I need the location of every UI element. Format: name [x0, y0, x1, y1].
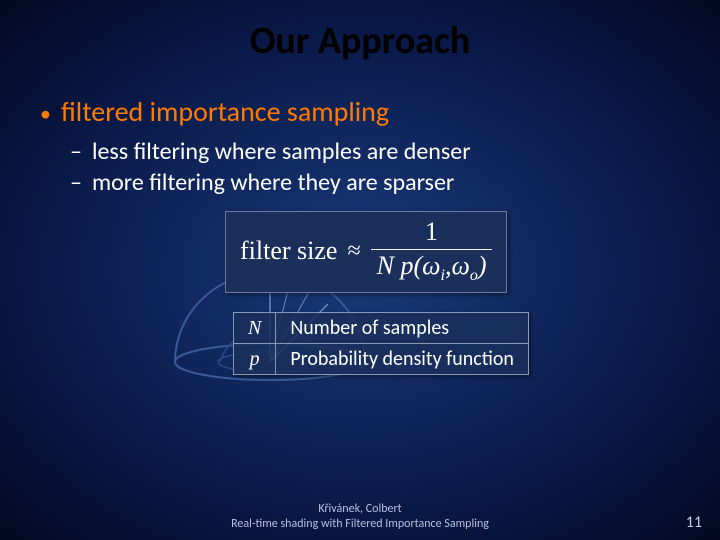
legend-symbol-N: N	[234, 313, 276, 344]
den-omega-o: ω	[451, 251, 469, 280]
den-sub-o: o	[470, 267, 478, 284]
page-number: 11	[686, 513, 702, 532]
approx-symbol: ≈	[347, 238, 360, 265]
sub-bullet-2: more filtering where they are sparser	[92, 168, 454, 197]
fraction-denominator: N p(ωi,ωo)	[371, 249, 493, 285]
table-row: p Probability density function	[234, 344, 529, 375]
den-N: N	[377, 251, 394, 280]
footer-title: Real-time shading with Filtered Importan…	[0, 517, 720, 532]
table-row: N Number of samples	[234, 313, 529, 344]
legend-table: N Number of samples p Probability densit…	[233, 312, 529, 375]
footer-authors: Křivánek, Colbert	[0, 502, 720, 517]
formula-area: filter size ≈ 1 N p(ωi,ωo) N Number of s…	[40, 207, 680, 387]
bullet-dash-icon: –	[70, 137, 82, 166]
slide-title: Our Approach	[0, 0, 720, 64]
den-omega-i: ω	[422, 251, 440, 280]
formula-box: filter size ≈ 1 N p(ωi,ωo)	[225, 211, 507, 293]
sub-bullet-1: less filtering where samples are denser	[92, 137, 471, 166]
content-area: • filtered importance sampling – less fi…	[0, 64, 720, 387]
bullet-dot-icon: •	[40, 103, 51, 125]
fraction-numerator: 1	[419, 218, 444, 249]
bullet-level2-b: – more filtering where they are sparser	[70, 168, 680, 197]
legend-desc-N: Number of samples	[276, 313, 529, 344]
footer: Křivánek, Colbert Real-time shading with…	[0, 502, 720, 532]
fraction: 1 N p(ωi,ωo)	[371, 218, 493, 284]
bullet-main-text: filtered importance sampling	[61, 94, 389, 129]
den-close: )	[478, 251, 487, 280]
bullet-level1: • filtered importance sampling	[40, 94, 680, 129]
den-open: (	[413, 251, 422, 280]
legend-symbol-p: p	[234, 344, 276, 375]
formula-lhs: filter size	[240, 236, 337, 266]
bullet-level2-a: – less filtering where samples are dense…	[70, 137, 680, 166]
den-p: p	[400, 251, 413, 280]
legend-desc-p: Probability density function	[276, 344, 529, 375]
bullet-dash-icon: –	[70, 168, 82, 197]
